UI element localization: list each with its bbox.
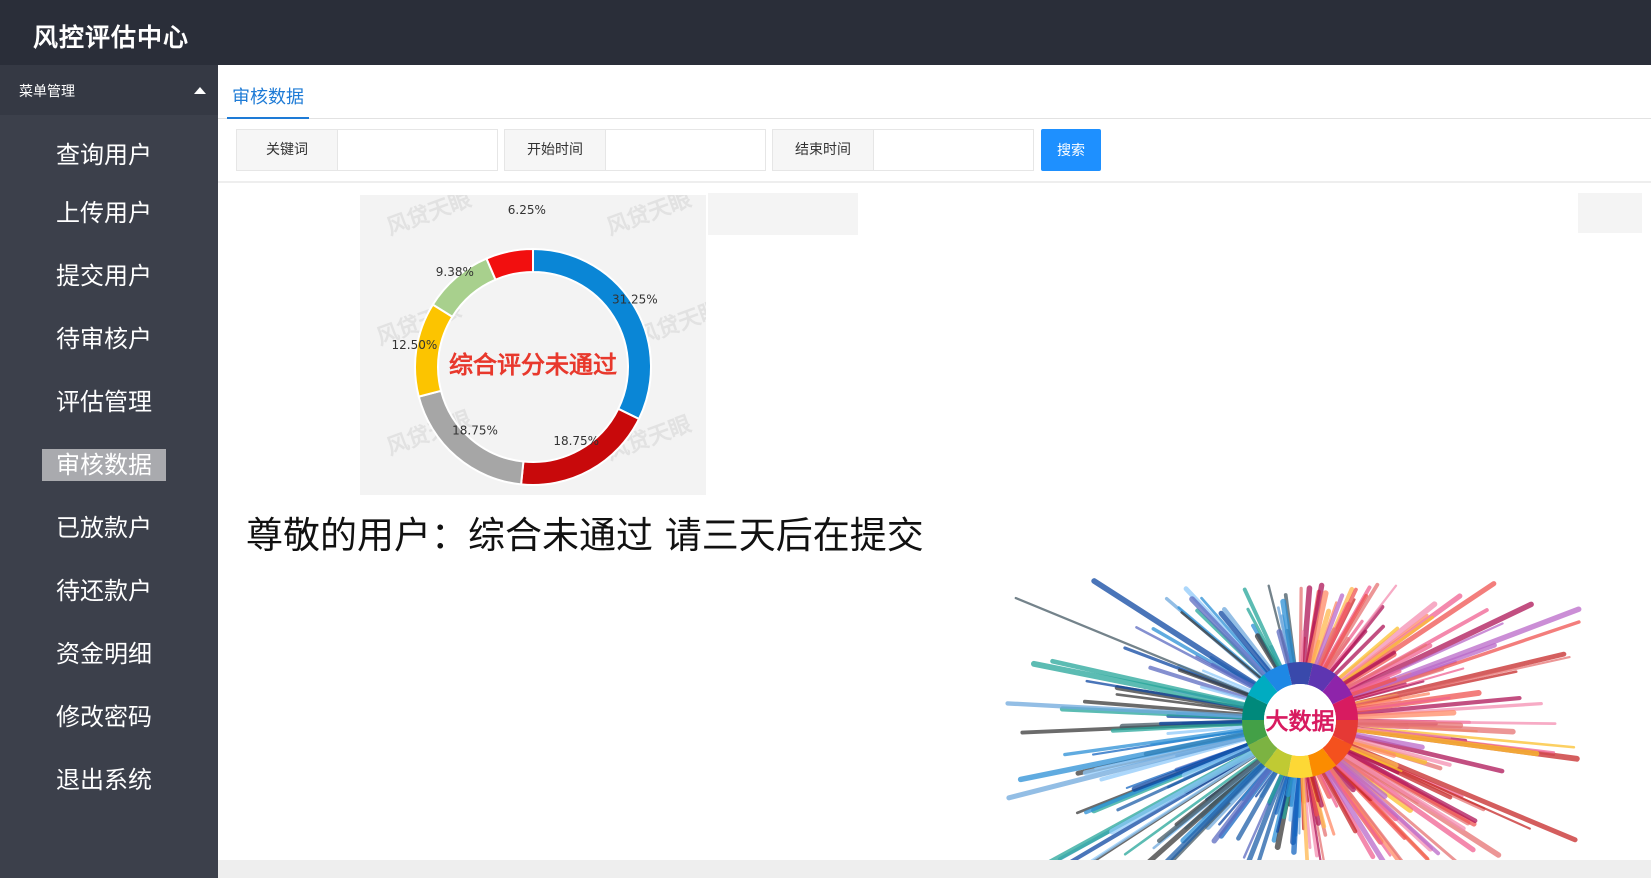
- keyword-label: 关键词: [236, 129, 338, 171]
- watermark-text: 风贷天眼: [383, 195, 475, 241]
- sidebar-item-label: 查询用户: [56, 141, 152, 169]
- main-content: 审核数据 关键词 开始时间 结束时间 搜索 风贷天眼 风贷天眼 风贷天眼 风贷天眼 风贷…: [218, 65, 1651, 878]
- sidebar-item-label: 提交用户: [56, 262, 152, 290]
- menu-header-label: 菜单管理: [19, 84, 75, 100]
- end-time-input[interactable]: [874, 129, 1034, 171]
- donut-slice-label: 6.25%: [508, 203, 546, 217]
- table-remnant: [1578, 193, 1642, 233]
- sidebar-item-pending-repayment[interactable]: 待还款户: [0, 568, 218, 614]
- search-button[interactable]: 搜索: [1041, 129, 1101, 171]
- sidebar: 菜单管理 查询用户 上传用户 提交用户 待审核户 评估管理 审核数据 已放款户 …: [0, 65, 218, 878]
- sidebar-item-change-password[interactable]: 修改密码: [0, 694, 218, 740]
- sidebar-item-label: 退出系统: [56, 766, 152, 794]
- sidebar-item-query-users[interactable]: 查询用户: [0, 132, 218, 178]
- sidebar-item-pending-review[interactable]: 待审核户: [0, 316, 218, 362]
- watermark-text: 风贷天眼: [603, 195, 695, 241]
- donut-slice: [532, 247, 652, 421]
- donut-slice-label: 12.50%: [391, 338, 437, 352]
- sidebar-item-upload-users[interactable]: 上传用户: [0, 190, 218, 236]
- sidebar-item-fund-details[interactable]: 资金明细: [0, 631, 218, 677]
- sidebar-item-loaned[interactable]: 已放款户: [0, 505, 218, 551]
- bigdata-image: 大数据: [1000, 575, 1590, 875]
- donut-chart-image: 风贷天眼 风贷天眼 风贷天眼 风贷天眼 风贷天眼 风贷天眼 31.25% 18.75% 18.…: [360, 195, 706, 495]
- caret-up-icon[interactable]: [194, 87, 206, 94]
- donut-slice-label: 9.38%: [436, 265, 474, 279]
- donut-chart-svg: 风贷天眼 风贷天眼风贷天眼 风贷天眼风贷天眼 风贷天眼 31.25%18.75%18.…: [373, 195, 706, 486]
- sidebar-item-submit-users[interactable]: 提交用户: [0, 253, 218, 299]
- notice-text: 尊敬的用户：综合未通过 请三天后在提交: [246, 514, 924, 557]
- sidebar-item-logout[interactable]: 退出系统: [0, 757, 218, 803]
- donut-center-text: 综合评分未通过: [449, 351, 617, 379]
- start-time-input[interactable]: [606, 129, 766, 171]
- tab-bar: 审核数据: [218, 65, 1651, 119]
- top-bar: 风控评估中心: [0, 0, 1651, 65]
- bottom-scrollbar[interactable]: [218, 860, 1651, 878]
- donut-slice-label: 18.75%: [452, 424, 498, 438]
- table-remnant: [708, 193, 858, 235]
- sidebar-item-label: 待还款户: [56, 577, 152, 605]
- divider: [218, 181, 1651, 183]
- start-time-label: 开始时间: [504, 129, 606, 171]
- tab-audit-data[interactable]: 审核数据: [227, 85, 309, 119]
- donut-slice: [485, 247, 534, 282]
- sidebar-item-label: 审核数据: [42, 449, 166, 481]
- sidebar-item-label: 评估管理: [56, 388, 152, 416]
- sidebar-item-label: 待审核户: [56, 325, 152, 353]
- keyword-input[interactable]: [338, 129, 498, 171]
- logo-ray: [1158, 719, 1250, 726]
- bigdata-center-text: 大数据: [1266, 709, 1335, 735]
- donut-slice-label: 31.25%: [612, 293, 658, 307]
- menu-header[interactable]: 菜单管理: [0, 65, 218, 115]
- end-time-label: 结束时间: [772, 129, 874, 171]
- sidebar-item-audit-data[interactable]: 审核数据: [0, 442, 218, 488]
- sidebar-item-label: 修改密码: [56, 703, 152, 731]
- sidebar-item-label: 已放款户: [56, 514, 152, 542]
- bigdata-svg: 大数据: [1005, 578, 1582, 873]
- app-title: 风控评估中心: [33, 23, 190, 52]
- logo-ray: [1345, 719, 1464, 729]
- sidebar-item-assessment[interactable]: 评估管理: [0, 379, 218, 425]
- sidebar-item-label: 资金明细: [56, 640, 152, 668]
- sidebar-item-label: 上传用户: [56, 199, 152, 227]
- donut-slice-label: 18.75%: [553, 434, 599, 448]
